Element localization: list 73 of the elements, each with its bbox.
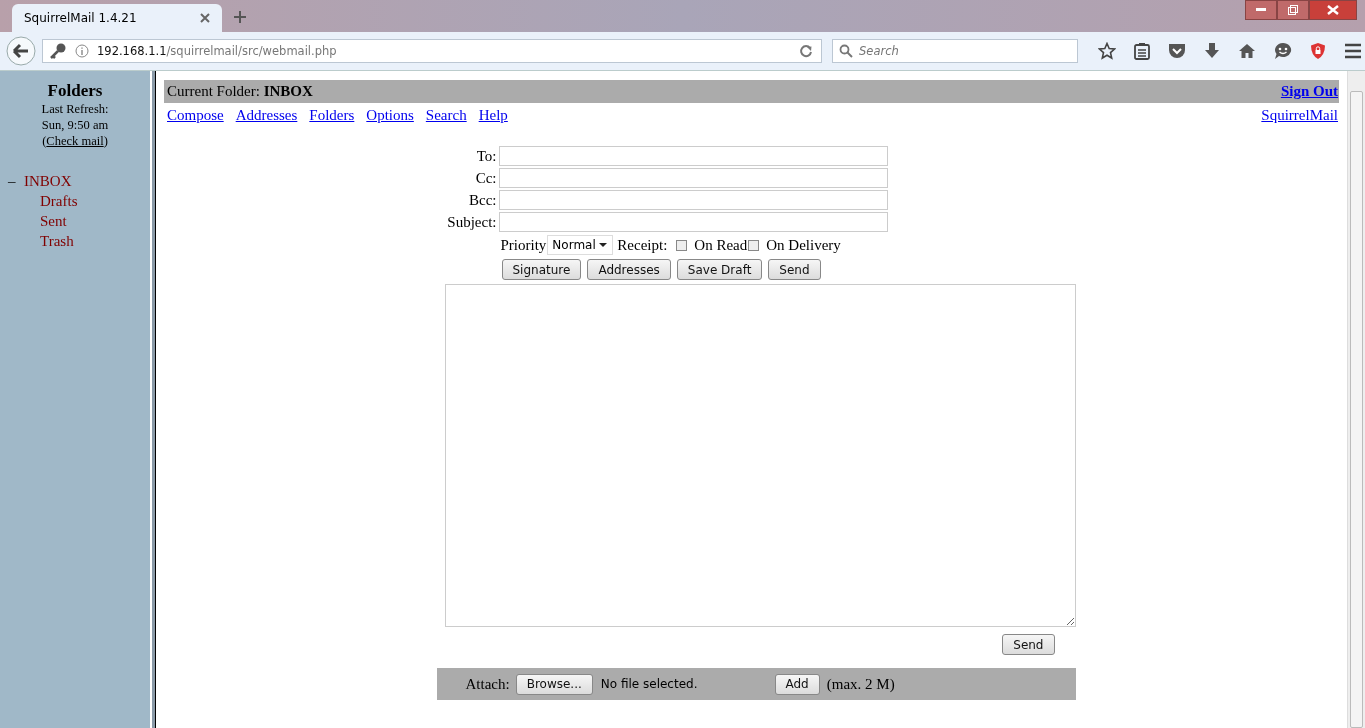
restore-icon: [1288, 5, 1298, 15]
toolbar-button[interactable]: Send: [768, 259, 821, 280]
chat-icon[interactable]: [1274, 42, 1292, 60]
info-icon[interactable]: [75, 44, 89, 58]
nav-link[interactable]: Folders: [309, 107, 355, 124]
close-window-button[interactable]: [1309, 0, 1357, 20]
brand-link[interactable]: SquirrelMail: [1261, 107, 1338, 124]
checkbox[interactable]: [748, 239, 760, 251]
new-tab-icon[interactable]: [234, 11, 246, 23]
nav-link[interactable]: Addresses: [235, 107, 298, 124]
field-label: Subject:: [446, 213, 498, 231]
nav-link[interactable]: Compose: [167, 107, 224, 124]
paren-text: (: [42, 134, 47, 148]
field-label: Bcc:: [468, 191, 498, 209]
shield-icon[interactable]: [1310, 42, 1326, 60]
priority-dropdown[interactable]: Normal: [547, 235, 614, 255]
refresh-time: Sun, 9:50 am: [40, 117, 110, 133]
caret-icon: [599, 243, 608, 247]
star-icon[interactable]: [1098, 42, 1116, 60]
close-icon: [1327, 5, 1339, 15]
search-field[interactable]: Search: [832, 39, 1078, 63]
last-refresh-label: Last Refresh:: [40, 101, 110, 117]
folder-link[interactable]: Drafts: [40, 193, 78, 209]
checkbox-label: On Read: [694, 236, 748, 254]
field-label: To:: [475, 147, 498, 165]
collapse-toggle[interactable]: –: [8, 171, 24, 191]
folder-link[interactable]: INBOX: [24, 173, 72, 189]
toolbar-button[interactable]: Signature: [501, 259, 582, 280]
input-field[interactable]: [498, 146, 888, 166]
sidebar-title: Folders: [46, 81, 104, 101]
receipt-label: Receipt:: [617, 236, 668, 254]
paren-text: ): [103, 134, 108, 148]
key-icon: [49, 42, 67, 60]
input-field[interactable]: [498, 168, 888, 188]
minimize-button[interactable]: [1245, 0, 1277, 20]
url-text: 192.168.1.1/squirrelmail/src/webmail.php: [97, 44, 338, 58]
current-folder-text: Current Folder: INBOX: [167, 83, 313, 100]
toolbar-button[interactable]: Addresses: [587, 259, 671, 280]
nav-link[interactable]: Search: [425, 107, 467, 124]
check-mail-link[interactable]: Check mail: [46, 134, 104, 148]
pocket-icon[interactable]: [1168, 43, 1186, 59]
attach-label: Attach:: [465, 675, 510, 693]
close-icon[interactable]: [200, 13, 210, 23]
menu-icon[interactable]: [1344, 43, 1362, 59]
send-button[interactable]: Send: [1002, 634, 1055, 655]
input-field[interactable]: [498, 212, 888, 232]
reading-list-icon[interactable]: [1134, 42, 1150, 60]
nav-link[interactable]: Help: [478, 107, 508, 124]
sign-out-link[interactable]: Sign Out: [1280, 83, 1338, 100]
add-button[interactable]: Add: [774, 673, 820, 695]
file-status-text: No file selected.: [600, 677, 698, 691]
toolbar-button[interactable]: Save Draft: [676, 259, 763, 280]
priority-label: Priority: [500, 236, 547, 254]
checkbox-label: On Delivery: [766, 236, 841, 254]
minimize-icon: [1256, 8, 1266, 12]
restore-button[interactable]: [1277, 0, 1309, 20]
scrollbar[interactable]: [1347, 71, 1365, 728]
message-body-field[interactable]: [444, 284, 1076, 627]
download-icon[interactable]: [1204, 42, 1220, 60]
size-limit-text: (max. 2 M): [826, 675, 895, 693]
address-bar[interactable]: 192.168.1.1/squirrelmail/src/webmail.php: [42, 39, 822, 63]
browser-tab[interactable]: SquirrelMail 1.4.21: [12, 4, 222, 32]
folder-link[interactable]: Trash: [40, 233, 74, 249]
reload-icon[interactable]: [799, 44, 813, 58]
browse-button[interactable]: Browse...: [515, 673, 593, 695]
field-label: Cc:: [474, 169, 498, 187]
nav-link[interactable]: Options: [366, 107, 414, 124]
home-icon[interactable]: [1238, 43, 1256, 59]
input-field[interactable]: [498, 190, 888, 210]
back-icon[interactable]: [6, 36, 36, 66]
folder-link[interactable]: Sent: [40, 213, 67, 229]
checkbox[interactable]: [676, 239, 688, 251]
tab-title: SquirrelMail 1.4.21: [24, 11, 137, 25]
